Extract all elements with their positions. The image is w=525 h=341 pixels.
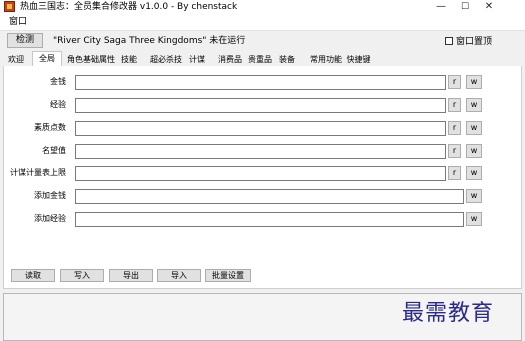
title-bar: 热血三国志：全员集合修改器 v1.0.0 - By chenstack — ☐ … [0,0,525,14]
field-label-experience: 经验 [50,100,66,109]
field-label-add-experience: 添加经验 [34,214,66,223]
export-button[interactable]: 导出 [109,269,153,282]
watermark-text: 最需教育 [402,301,495,326]
tab-hotkeys[interactable]: 快捷键 [344,53,373,66]
tab-valuables[interactable]: 贵重品 [246,53,274,66]
experience-read-button[interactable]: r [448,98,461,112]
app-icon [4,1,15,12]
import-button[interactable]: 导入 [157,269,201,282]
experience-input[interactable] [75,98,446,113]
tab-skills[interactable]: 技能 [119,53,139,66]
field-label-attribute-points: 素质点数 [34,123,66,132]
topmost-label: 窗口置顶 [456,37,493,47]
tab-common-functions[interactable]: 常用功能 [308,53,344,66]
attribute-points-read-button[interactable]: r [448,121,461,135]
menu-item-window[interactable]: 窗口 [9,16,27,28]
tab-welcome[interactable]: 欢迎 [4,53,28,66]
tactics-gauge-max-input[interactable] [75,166,446,181]
experience-write-button[interactable]: w [466,98,482,112]
read-button[interactable]: 读取 [11,269,55,282]
fame-input[interactable] [75,144,446,159]
topmost-checkbox[interactable] [445,36,453,45]
field-label-add-money: 添加金钱 [34,191,66,200]
tactics-gauge-max-read-button[interactable]: r [448,166,461,180]
maximize-icon[interactable]: ☐ [453,0,477,14]
fame-write-button[interactable]: w [466,144,482,158]
game-status-text: "River City Saga Three Kingdoms" 未在运行 [53,36,246,46]
add-money-input[interactable] [75,189,464,204]
tactics-gauge-max-write-button[interactable]: w [466,166,482,180]
add-experience-input[interactable] [75,212,464,227]
fame-read-button[interactable]: r [448,144,461,158]
window-title: 热血三国志：全员集合修改器 v1.0.0 - By chenstack [20,2,238,12]
tab-super-moves[interactable]: 超必杀技 [148,53,184,66]
field-label-fame: 名望值 [42,146,66,155]
tab-bar: 欢迎 全局 角色基础属性 技能 超必杀技 计谋 消费品 贵重品 装备 常用功能 … [3,51,522,67]
money-input[interactable] [75,75,446,90]
money-read-button[interactable]: r [448,75,461,89]
close-icon[interactable]: ✕ [477,0,501,14]
tab-tactics[interactable]: 计谋 [186,53,208,66]
field-label-money: 金钱 [50,77,66,86]
attribute-points-write-button[interactable]: w [466,121,482,135]
tab-character-attributes[interactable]: 角色基础属性 [65,53,117,66]
add-experience-write-button[interactable]: w [466,212,482,226]
menu-bar: 窗口 [0,14,525,31]
tab-global[interactable]: 全局 [32,51,62,66]
money-write-button[interactable]: w [466,75,482,89]
tab-consumables[interactable]: 消费品 [216,53,244,66]
tab-equipment[interactable]: 装备 [276,53,298,66]
add-money-write-button[interactable]: w [466,189,482,203]
write-button[interactable]: 写入 [60,269,104,282]
minimize-icon[interactable]: — [429,0,453,14]
batch-settings-button[interactable]: 批量设置 [205,269,251,282]
detect-button[interactable]: 检测 [7,33,43,48]
field-label-tactics-gauge-max: 计谋计量表上限 [10,168,66,177]
topmost-toggle[interactable]: 窗口置顶 [445,34,492,47]
attribute-points-input[interactable] [75,121,446,136]
